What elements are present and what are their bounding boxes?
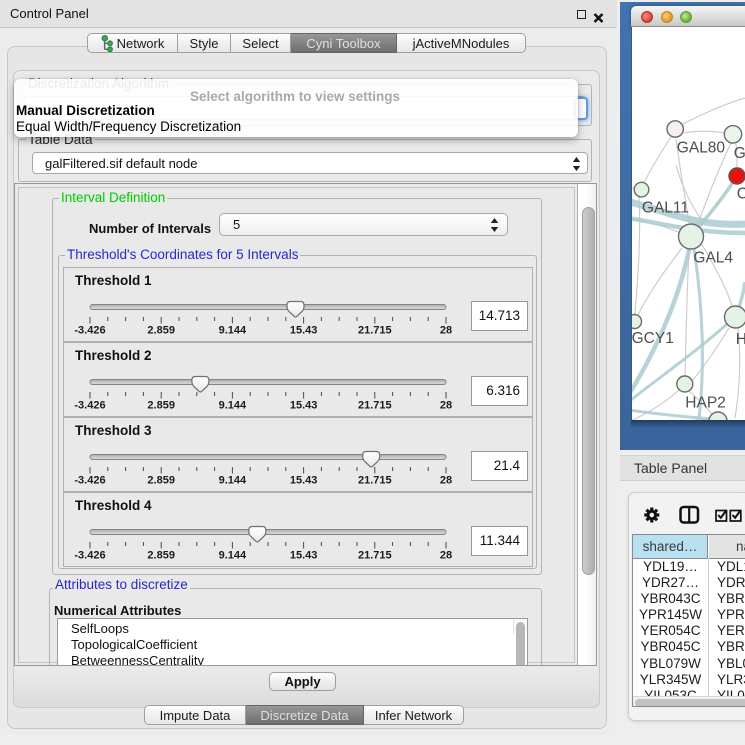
svg-text:28: 28 bbox=[440, 400, 452, 412]
svg-text:9.144: 9.144 bbox=[219, 400, 247, 412]
svg-text:GCY1: GCY1 bbox=[632, 330, 674, 347]
svg-text:28: 28 bbox=[440, 325, 452, 337]
svg-text:GA: GA bbox=[734, 145, 745, 162]
svg-text:GAL4: GAL4 bbox=[693, 249, 733, 266]
svg-text:CA: CA bbox=[737, 186, 745, 203]
svg-text:28: 28 bbox=[440, 550, 452, 562]
svg-text:21.715: 21.715 bbox=[358, 550, 392, 562]
svg-text:HA: HA bbox=[736, 331, 745, 348]
svg-text:15.43: 15.43 bbox=[290, 325, 318, 337]
svg-text:-3.426: -3.426 bbox=[74, 325, 105, 337]
svg-text:28: 28 bbox=[440, 475, 452, 487]
svg-text:2.859: 2.859 bbox=[147, 325, 175, 337]
svg-text:-3.426: -3.426 bbox=[74, 475, 105, 487]
svg-text:HAP2: HAP2 bbox=[685, 394, 726, 411]
svg-text:GAL11: GAL11 bbox=[642, 200, 689, 217]
svg-text:2.859: 2.859 bbox=[147, 550, 175, 562]
svg-text:2.859: 2.859 bbox=[147, 475, 175, 487]
svg-text:9.144: 9.144 bbox=[219, 475, 247, 487]
svg-text:2.859: 2.859 bbox=[147, 400, 175, 412]
svg-text:9.144: 9.144 bbox=[219, 325, 247, 337]
svg-text:-3.426: -3.426 bbox=[74, 550, 105, 562]
svg-text:-3.426: -3.426 bbox=[74, 400, 105, 412]
svg-text:21.715: 21.715 bbox=[358, 475, 392, 487]
svg-text:9.144: 9.144 bbox=[219, 550, 247, 562]
svg-text:15.43: 15.43 bbox=[290, 475, 318, 487]
svg-text:GAL80: GAL80 bbox=[677, 139, 726, 156]
svg-text:15.43: 15.43 bbox=[290, 400, 318, 412]
svg-text:15.43: 15.43 bbox=[290, 550, 318, 562]
svg-text:21.715: 21.715 bbox=[358, 400, 392, 412]
svg-text:21.715: 21.715 bbox=[358, 325, 392, 337]
